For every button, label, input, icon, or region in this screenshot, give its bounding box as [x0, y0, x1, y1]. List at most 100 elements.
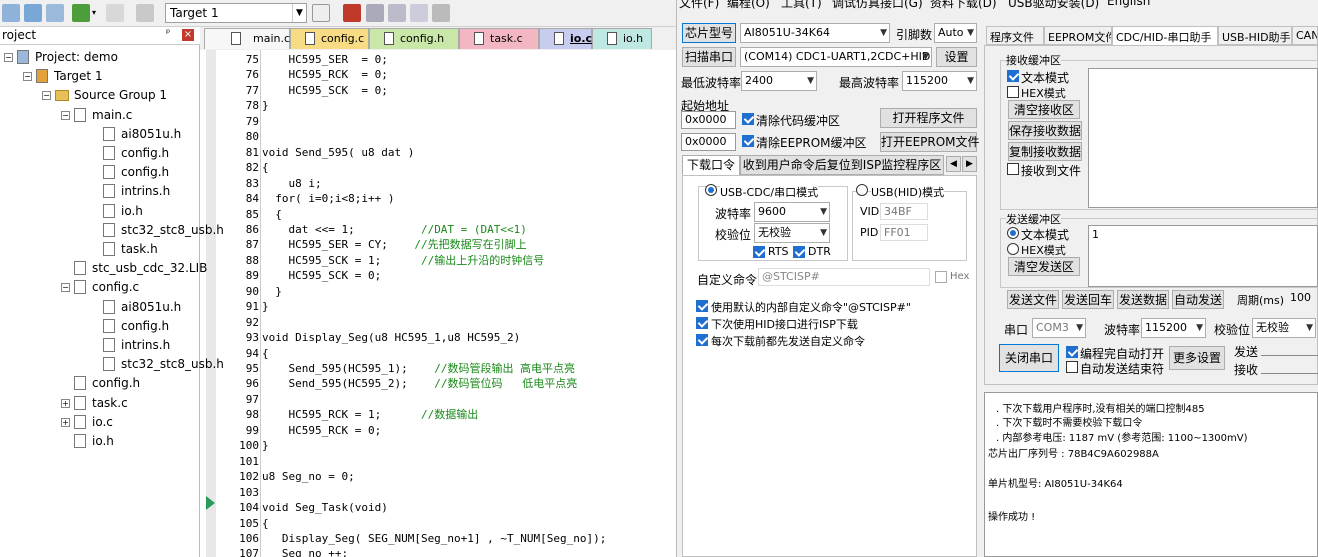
- tree-item[interactable]: main.c: [74, 106, 132, 124]
- auto-send-button[interactable]: 自动发送: [1172, 290, 1224, 309]
- tree-item[interactable]: task.c: [74, 394, 128, 412]
- collapse-icon[interactable]: −: [42, 91, 51, 101]
- period-input[interactable]: 100: [1287, 290, 1318, 308]
- baud2-select[interactable]: 115200 ▼: [1141, 318, 1206, 338]
- send-textarea[interactable]: 1: [1088, 225, 1318, 287]
- menu-english[interactable]: English: [1107, 0, 1150, 8]
- right-tab[interactable]: EEPROM文件: [1044, 26, 1112, 45]
- tab-file[interactable]: io.c: [539, 28, 592, 49]
- usb-cdc-radio[interactable]: [705, 184, 717, 196]
- menu-download-docs[interactable]: 资料下载(D): [930, 0, 997, 10]
- rts-checkbox[interactable]: [753, 246, 765, 258]
- parity2-select[interactable]: 无校验 ▼: [1252, 318, 1316, 338]
- custom-command-input[interactable]: @STCISP#: [758, 268, 930, 286]
- vid-input[interactable]: 34BF: [880, 203, 928, 220]
- menu-debug[interactable]: 调试仿真接口(G): [832, 0, 923, 10]
- settings-button[interactable]: 设置: [936, 47, 977, 67]
- use-default-cmd-checkbox[interactable]: [696, 300, 708, 312]
- tree-item[interactable]: config.h: [103, 144, 169, 162]
- collapse-icon[interactable]: −: [61, 110, 70, 120]
- tree-item[interactable]: config.c: [74, 278, 139, 296]
- load-icon[interactable]: [136, 4, 154, 22]
- clear-code-checkbox[interactable]: [742, 113, 754, 125]
- send-file-button[interactable]: 发送文件: [1007, 290, 1059, 309]
- send-text-mode-radio[interactable]: [1007, 227, 1019, 239]
- open-eeprom-file-button[interactable]: 打开EEPROM文件: [880, 132, 980, 152]
- right-tab[interactable]: 程序文件: [986, 26, 1044, 45]
- close-port-button[interactable]: 关闭串口: [999, 344, 1059, 372]
- recv-to-file-checkbox[interactable]: [1007, 163, 1019, 175]
- rebuild-icon[interactable]: [24, 4, 42, 22]
- tree-item[interactable]: task.h: [103, 240, 158, 258]
- pid-input[interactable]: FF01: [880, 224, 928, 241]
- clear-eeprom-checkbox[interactable]: [742, 135, 754, 147]
- tab-scroll-left-icon[interactable]: ◀: [946, 156, 961, 172]
- tree-item[interactable]: intrins.h: [103, 336, 170, 354]
- menu-program[interactable]: 编程(O): [727, 0, 770, 10]
- right-tab[interactable]: USB-HID助手: [1218, 26, 1292, 45]
- receive-textarea[interactable]: [1088, 68, 1318, 208]
- pin-icon[interactable]: ᵖ: [166, 28, 170, 39]
- tab-scroll-right-icon[interactable]: ▶: [962, 156, 977, 172]
- baud-select[interactable]: 9600 ▼: [754, 202, 830, 222]
- open-program-file-button[interactable]: 打开程序文件: [880, 108, 977, 128]
- manage-books-icon[interactable]: [366, 4, 384, 22]
- auto-send-end-checkbox[interactable]: [1066, 361, 1078, 373]
- tree-item[interactable]: Project: demo: [17, 48, 118, 66]
- tree-item[interactable]: stc32_stc8_usb.h: [103, 355, 224, 373]
- clear-send-button[interactable]: 清空发送区: [1008, 257, 1080, 276]
- auto-open-checkbox[interactable]: [1066, 346, 1078, 358]
- target-select[interactable]: Target 1 ▼: [165, 3, 307, 23]
- save-receive-button[interactable]: 保存接收数据: [1008, 121, 1082, 140]
- send-enter-button[interactable]: 发送回车: [1062, 290, 1114, 309]
- tab-file[interactable]: task.c: [459, 28, 539, 49]
- tree-item[interactable]: stc32_stc8_usb.h: [103, 221, 224, 239]
- copy-receive-button[interactable]: 复制接收数据: [1008, 142, 1082, 161]
- send-cmd-before-checkbox[interactable]: [696, 334, 708, 346]
- tab-download-password[interactable]: 下载口令: [682, 155, 740, 175]
- com-port-select[interactable]: (COM14) CDC1-UART1,2CDC+HID ▼: [740, 47, 932, 67]
- dtr-checkbox[interactable]: [793, 246, 805, 258]
- tab-file[interactable]: config.h: [369, 28, 459, 49]
- tab-file[interactable]: io.h: [592, 28, 652, 49]
- menu-tools[interactable]: 工具(T): [781, 0, 822, 10]
- recv-hex-mode-checkbox[interactable]: [1007, 86, 1019, 98]
- more-settings-button[interactable]: 更多设置: [1169, 346, 1225, 370]
- right-tab[interactable]: CDC/HID-串口助手: [1112, 26, 1218, 45]
- tree-item[interactable]: ai8051u.h: [103, 298, 181, 316]
- chip-type-select[interactable]: AI8051U-34K64 ▼: [740, 23, 890, 43]
- collapse-icon[interactable]: −: [23, 72, 32, 82]
- tab-file[interactable]: main.c: [204, 28, 290, 49]
- right-tab[interactable]: CAN: [1292, 26, 1318, 45]
- close-icon[interactable]: ×: [182, 29, 194, 41]
- expand-icon[interactable]: +: [61, 398, 70, 408]
- port-select[interactable]: COM3 ▼: [1032, 318, 1086, 338]
- download-icon[interactable]: [72, 4, 90, 22]
- run-time-env-icon[interactable]: [432, 4, 450, 22]
- menu-usb-driver[interactable]: USB驱动安装(D): [1008, 0, 1099, 10]
- recv-text-mode-checkbox[interactable]: [1007, 70, 1019, 82]
- tree-item[interactable]: ai8051u.h: [103, 125, 181, 143]
- manage-project-icon[interactable]: [343, 4, 361, 22]
- parity-select[interactable]: 无校验 ▼: [754, 223, 830, 243]
- collapse-icon[interactable]: −: [61, 283, 70, 293]
- scan-port-button[interactable]: 扫描串口: [682, 47, 736, 67]
- pins-select[interactable]: Auto ▼: [934, 23, 977, 43]
- eeprom-start-address-input[interactable]: 0x0000: [681, 133, 736, 151]
- target-options-icon[interactable]: [312, 4, 330, 22]
- download-dropdown-icon[interactable]: ▾: [92, 8, 96, 17]
- tab-reset-to-isp[interactable]: 收到用户命令后复位到ISP监控程序区: [740, 155, 944, 175]
- expand-icon[interactable]: +: [61, 417, 70, 427]
- pack-installer-icon[interactable]: [410, 4, 428, 22]
- select-packs-icon[interactable]: [388, 4, 406, 22]
- usb-hid-radio[interactable]: [856, 184, 868, 196]
- tree-item[interactable]: config.h: [103, 317, 169, 335]
- collapse-icon[interactable]: −: [4, 53, 13, 62]
- send-data-button[interactable]: 发送数据: [1117, 290, 1169, 309]
- max-baud-select[interactable]: 115200 ▼: [902, 71, 977, 91]
- chip-type-button[interactable]: 芯片型号: [682, 23, 736, 43]
- tree-item[interactable]: io.c: [74, 413, 113, 431]
- batch-build-icon[interactable]: [46, 4, 64, 22]
- tree-item[interactable]: intrins.h: [103, 182, 170, 200]
- tree-item[interactable]: stc_usb_cdc_32.LIB: [74, 259, 207, 277]
